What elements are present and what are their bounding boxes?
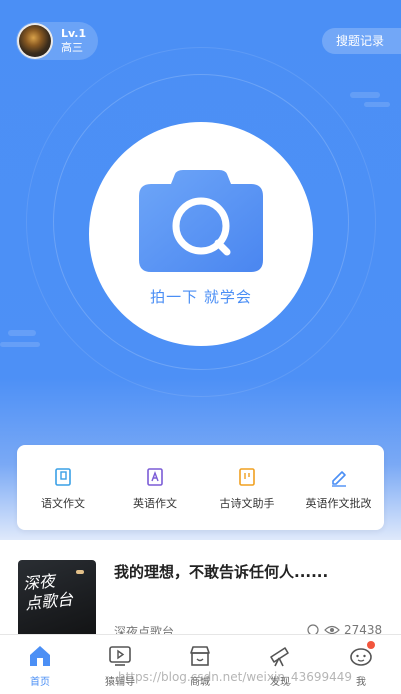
- tool-english-essay-correction[interactable]: 英语作文批改: [293, 445, 384, 530]
- notification-dot: [367, 641, 375, 649]
- decorative-cloud: [364, 102, 390, 107]
- feed-item-title[interactable]: 我的理想，不敢告诉任何人......: [114, 562, 384, 582]
- bottom-tab-bar: 首页 猿辅导 商城 发现 我: [0, 634, 401, 694]
- feed-thumbnail[interactable]: 深夜 点歌台: [18, 560, 96, 634]
- letter-a-icon: [147, 468, 163, 486]
- tab-label: 发现: [270, 677, 290, 688]
- home-icon: [30, 646, 50, 666]
- eye-icon: [324, 625, 340, 634]
- decorative-cloud: [8, 330, 36, 336]
- level-info: Lv.1 高三: [61, 27, 86, 55]
- tool-classical-poetry[interactable]: 古诗文助手: [201, 445, 293, 530]
- scroll-icon: [239, 468, 255, 486]
- camera-icon: [139, 170, 263, 272]
- pencil-icon: [331, 471, 346, 487]
- tool-english-essay[interactable]: 英语作文: [109, 445, 201, 530]
- tool-label: 英语作文批改: [305, 497, 372, 510]
- tab-label: 首页: [30, 677, 50, 688]
- me-icon-wrapper: [348, 641, 375, 669]
- thumbnail-title: 深夜 点歌台: [22, 570, 74, 615]
- tab-me[interactable]: 我: [321, 635, 401, 694]
- tab-tutor[interactable]: 猿辅导: [80, 635, 160, 694]
- decorative-cloud: [350, 92, 380, 98]
- view-count: 27438: [344, 623, 383, 634]
- take-photo-button[interactable]: 拍一下 就学会: [89, 122, 313, 346]
- tool-label: 语文作文: [41, 497, 85, 510]
- thumbnail-decoration: [76, 570, 84, 574]
- tab-label: 猿辅导: [105, 677, 135, 688]
- camera-slogan: 拍一下 就学会: [150, 288, 252, 306]
- avatar[interactable]: [17, 23, 53, 59]
- thumbnail-line-2: 点歌台: [24, 589, 74, 614]
- feed-list: 深夜 点歌台 我的理想，不敢告诉任何人...... 深夜点歌台 27438: [0, 540, 401, 634]
- comment-icon: [307, 624, 319, 634]
- book-icon: [55, 468, 71, 486]
- tab-home[interactable]: 首页: [0, 635, 80, 694]
- feed-item-source[interactable]: 深夜点歌台: [114, 623, 174, 634]
- profile-chip[interactable]: Lv.1 高三: [16, 22, 98, 60]
- tool-label: 古诗文助手: [219, 497, 275, 510]
- tools-card: 语文作文 英语作文 古诗文助手 英语作文批改: [17, 445, 384, 530]
- feed-item-stats: 27438: [306, 623, 382, 634]
- decorative-cloud: [0, 342, 40, 347]
- shop-icon: [190, 646, 210, 666]
- tool-label: 英语作文: [133, 497, 177, 510]
- tab-label: 我: [356, 677, 366, 688]
- play-screen-icon: [109, 646, 131, 666]
- search-history-button[interactable]: 搜题记录: [322, 28, 401, 54]
- level-label: Lv.1: [61, 27, 87, 40]
- tab-mall[interactable]: 商城: [160, 635, 240, 694]
- tool-chinese-essay[interactable]: 语文作文: [17, 445, 109, 530]
- tab-label: 商城: [190, 677, 210, 688]
- telescope-icon: [270, 647, 289, 667]
- tab-discover[interactable]: 发现: [240, 635, 320, 694]
- grade-label: 高三: [61, 41, 83, 54]
